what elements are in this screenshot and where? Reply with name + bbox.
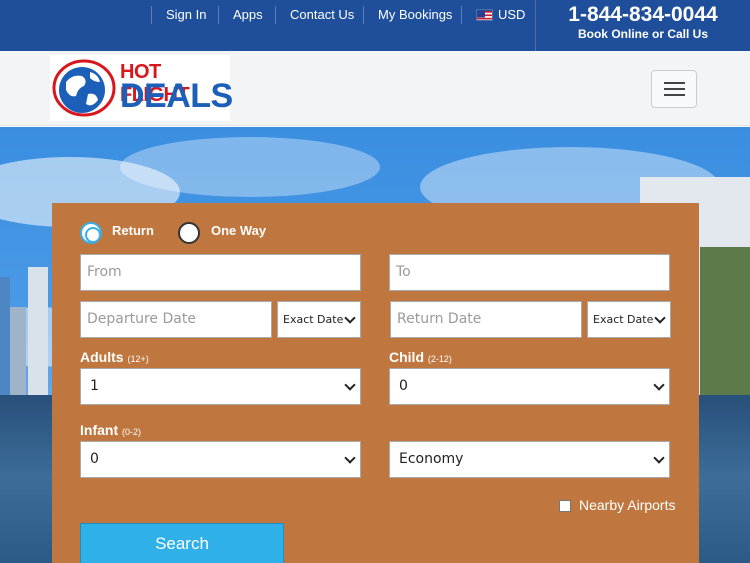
- contact-us-link[interactable]: Contact Us: [290, 0, 354, 30]
- apps-link[interactable]: Apps: [233, 0, 263, 30]
- infant-age-hint: (0-2): [122, 427, 142, 437]
- phone-subtitle: Book Online or Call Us: [577, 27, 709, 41]
- return-radio[interactable]: [80, 222, 102, 244]
- departure-date-input[interactable]: Departure Date: [80, 301, 272, 338]
- infant-label: Infant (0-2): [80, 422, 141, 438]
- sign-in-link[interactable]: Sign In: [166, 0, 206, 30]
- return-date-mode-value: Exact Date: [593, 313, 654, 326]
- child-age-hint: (2-12): [427, 354, 452, 364]
- globe-icon: [52, 59, 116, 117]
- divider: [275, 6, 276, 24]
- infant-value: 0: [90, 451, 99, 467]
- adults-age-hint: (12+): [127, 354, 149, 364]
- cabin-class-value: Economy: [399, 451, 464, 467]
- menu-icon-bar: [664, 94, 685, 96]
- phone-number[interactable]: 1-844-834-0044: [536, 0, 750, 27]
- adults-value: 1: [90, 378, 99, 394]
- nearby-airports-label[interactable]: Nearby Airports: [579, 497, 675, 513]
- infant-label-text: Infant: [80, 422, 119, 438]
- currency-selector[interactable]: USD: [498, 0, 525, 30]
- return-date-mode-select[interactable]: Exact Date: [587, 301, 671, 338]
- logo-text-bottom: DEALS: [120, 77, 233, 115]
- child-label-text: Child: [389, 349, 424, 365]
- logo[interactable]: HOT FLIGHT DEALS: [50, 55, 233, 121]
- chevron-down-icon: [344, 451, 356, 464]
- one-way-radio-label[interactable]: One Way: [211, 223, 266, 238]
- one-way-radio[interactable]: [178, 222, 200, 244]
- departure-date-mode-select[interactable]: Exact Date: [277, 301, 361, 338]
- chevron-down-icon: [654, 311, 666, 324]
- child-label: Child (2-12): [389, 349, 452, 365]
- menu-icon-bar: [664, 88, 685, 90]
- infant-select[interactable]: 0: [80, 441, 361, 478]
- child-value: 0: [399, 378, 408, 394]
- divider: [151, 6, 152, 24]
- my-bookings-link[interactable]: My Bookings: [378, 0, 452, 30]
- chevron-down-icon: [653, 451, 665, 464]
- search-button[interactable]: Search: [80, 523, 284, 563]
- adults-label: Adults (12+): [80, 349, 149, 365]
- menu-toggle-button[interactable]: [651, 70, 697, 108]
- from-input[interactable]: From: [80, 254, 361, 291]
- us-flag-icon[interactable]: [476, 9, 493, 21]
- nearby-airports-checkbox[interactable]: [559, 500, 571, 512]
- site-header: HOT FLIGHT DEALS: [0, 51, 750, 126]
- to-input[interactable]: To: [389, 254, 670, 291]
- top-bar: Sign In Apps Contact Us My Bookings USD …: [0, 0, 750, 51]
- return-radio-label[interactable]: Return: [112, 223, 154, 238]
- divider: [363, 6, 364, 24]
- adults-select[interactable]: 1: [80, 368, 361, 405]
- return-date-input[interactable]: Return Date: [390, 301, 582, 338]
- chevron-down-icon: [653, 378, 665, 391]
- chevron-down-icon: [344, 378, 356, 391]
- adults-label-text: Adults: [80, 349, 124, 365]
- phone-box: 1-844-834-0044 Book Online or Call Us: [535, 0, 750, 51]
- divider: [218, 6, 219, 24]
- cabin-class-select[interactable]: Economy: [389, 441, 670, 478]
- departure-date-mode-value: Exact Date: [283, 313, 344, 326]
- chevron-down-icon: [344, 311, 356, 324]
- menu-icon-bar: [664, 82, 685, 84]
- child-select[interactable]: 0: [389, 368, 670, 405]
- divider: [461, 6, 462, 24]
